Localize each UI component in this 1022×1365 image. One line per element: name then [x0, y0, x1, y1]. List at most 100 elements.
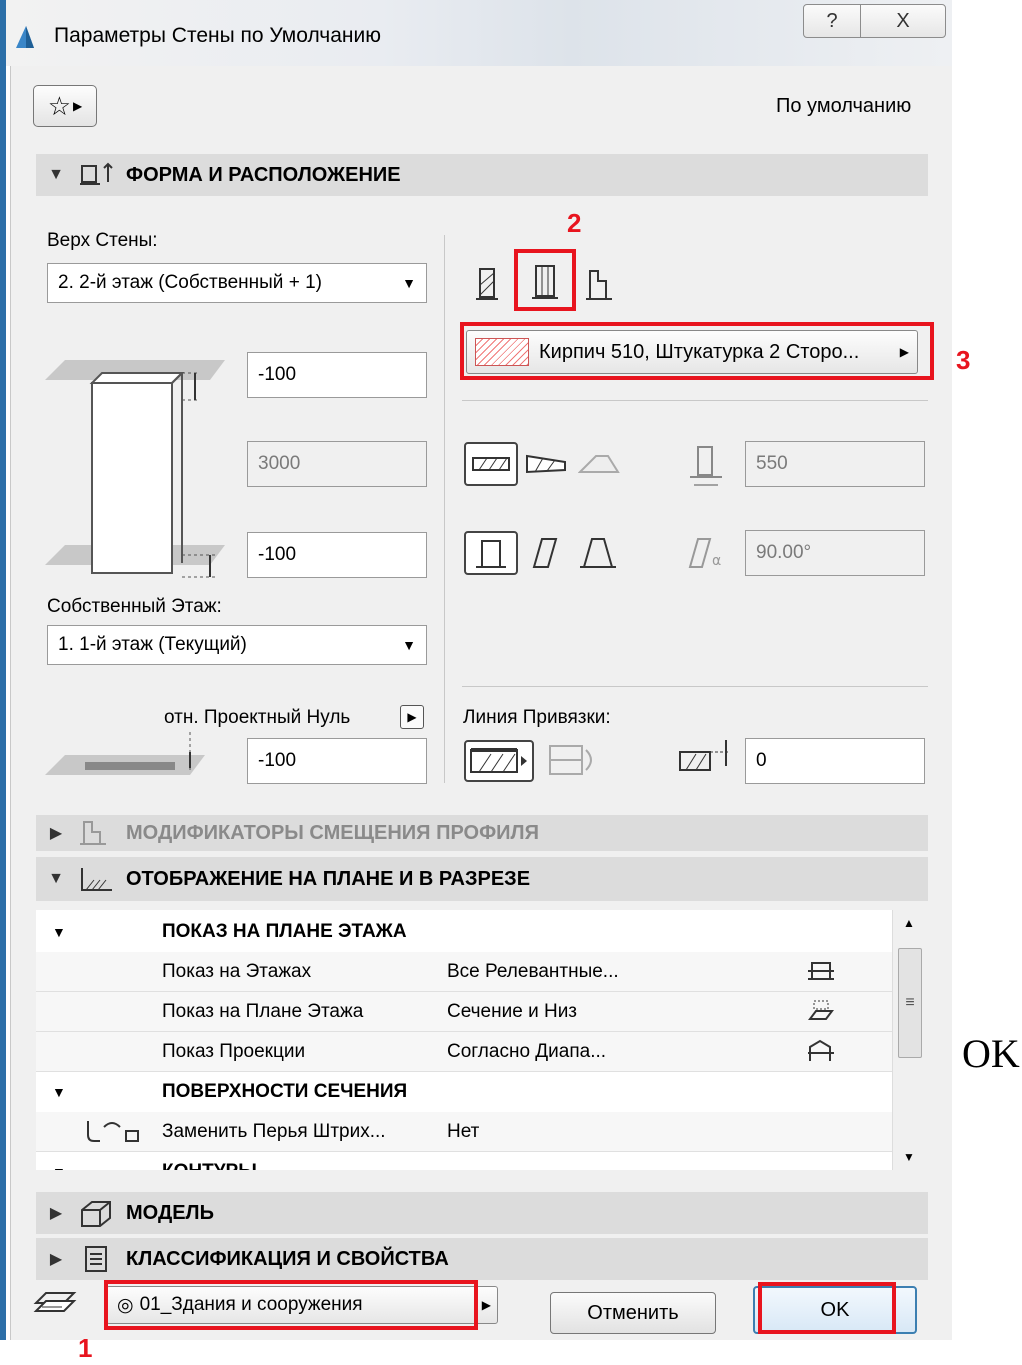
- expand-triangle-icon: ▼: [48, 166, 64, 183]
- section-form-header[interactable]: ▼ ФОРМА И РАСПОЛОЖЕНИЕ: [36, 154, 928, 196]
- wall-angle-input[interactable]: 90.00°: [745, 530, 925, 576]
- section-model-title: МОДЕЛЬ: [126, 1201, 214, 1224]
- chevron-right-icon: ▶: [407, 710, 417, 724]
- expand-triangle-icon: ▼: [52, 924, 66, 940]
- annotation-box-1: [104, 1280, 478, 1330]
- section-model-header[interactable]: ▶ МОДЕЛЬ: [36, 1192, 928, 1234]
- basic-wall-icon: [476, 268, 498, 300]
- window-accent-edge: [0, 0, 6, 1340]
- svg-text:α: α: [712, 553, 721, 569]
- section-classification-title: КЛАССИФИКАЦИЯ И СВОЙСТВА: [126, 1247, 449, 1270]
- table-group-floor-plan[interactable]: ▼ ПОКАЗ НА ПЛАНЕ ЭТАЖА: [36, 912, 892, 952]
- top-of-wall-dropdown[interactable]: 2. 2-й этаж (Собственный + 1) ▼: [47, 263, 427, 303]
- wall-thickness-icon: [690, 446, 722, 486]
- row-value: Все Релевантные...: [447, 960, 619, 982]
- home-story-dropdown[interactable]: 1. 1-й этаж (Текущий) ▼: [47, 625, 427, 665]
- help-button[interactable]: ?: [803, 4, 861, 38]
- flip-reference-icon[interactable]: [546, 740, 598, 782]
- wall-height-diagram: [45, 360, 225, 578]
- table-scrollbar[interactable]: ▲ ≡ ▼: [892, 910, 928, 1170]
- reference-level-button[interactable]: ▶: [400, 705, 424, 729]
- collapse-triangle-icon: ▶: [49, 1205, 63, 1222]
- plan-settings-table: ▼ ПОКАЗ НА ПЛАНЕ ЭТАЖА Показ на Этажах В…: [36, 910, 928, 1170]
- row-name: Показ Проекции: [162, 1040, 306, 1062]
- project-zero-diagram: [45, 732, 205, 775]
- floor-plan-section-icon: [81, 868, 112, 891]
- wall-height-input[interactable]: 3000: [247, 441, 427, 487]
- scroll-up-icon[interactable]: ▲: [903, 916, 915, 930]
- show-on-stories-icon: [808, 961, 834, 980]
- pen-override-icon: [87, 1120, 139, 1142]
- floor-plan-display-icon: [808, 1000, 834, 1020]
- row-name: Заменить Перья Штрих...: [162, 1120, 386, 1142]
- slanted-wall-icon[interactable]: [528, 535, 562, 571]
- top-of-wall-value: 2. 2-й этаж (Собственный + 1): [58, 272, 322, 293]
- collapse-triangle-icon: ▶: [49, 825, 63, 842]
- row-value: Нет: [447, 1120, 480, 1142]
- row-divider: [462, 686, 928, 687]
- trapezoid-wall-icon[interactable]: [525, 452, 569, 476]
- table-row[interactable]: Показ на Плане Этажа Сечение и Низ: [36, 992, 892, 1032]
- section-form-title: ФОРМА И РАСПОЛОЖЕНИЕ: [126, 163, 401, 186]
- polygonal-wall-icon[interactable]: [578, 452, 622, 476]
- expand-triangle-icon: ▼: [52, 1164, 66, 1170]
- wall-thickness-input[interactable]: 550: [745, 441, 925, 487]
- vertical-wall-button[interactable]: [464, 531, 518, 575]
- column-divider: [444, 235, 445, 783]
- archicad-app-icon: [16, 26, 34, 48]
- window-title: Параметры Стены по Умолчанию: [54, 24, 381, 47]
- layers-icon: [33, 1292, 77, 1312]
- section-classification-header[interactable]: ▶ КЛАССИФИКАЦИЯ И СВОЙСТВА: [36, 1238, 928, 1280]
- group-title: ПОВЕРХНОСТИ СЕЧЕНИЯ: [162, 1081, 408, 1102]
- wall-geometry-icon: [80, 162, 113, 185]
- annotation-marker-1: 1: [78, 1333, 93, 1363]
- annotation-text-ok: OK: [962, 1031, 1020, 1076]
- chevron-right-icon: ▶: [73, 99, 83, 113]
- home-story-value: 1. 1-й этаж (Текущий): [58, 634, 247, 655]
- project-zero-label: отн. Проектный Нуль: [164, 707, 351, 728]
- table-row[interactable]: Заменить Перья Штрих... Нет: [36, 1112, 892, 1152]
- annotation-marker-3: 3: [956, 345, 971, 375]
- straight-wall-icon: [472, 457, 510, 471]
- dropdown-arrow-icon: ▼: [402, 275, 416, 291]
- annotation-marker-2: 2: [567, 208, 582, 238]
- profile-modifier-icon: [80, 821, 106, 845]
- cancel-button[interactable]: Отменить: [550, 1292, 716, 1334]
- row-name: Показ на Плане Этажа: [162, 1000, 364, 1022]
- favorites-button[interactable]: ☆ ▶: [33, 85, 97, 127]
- row-divider: [462, 400, 928, 401]
- table-row[interactable]: Показ Проекции Согласно Диапа...: [36, 1032, 892, 1072]
- close-icon: X: [896, 9, 910, 32]
- collapse-triangle-icon: ▶: [49, 1251, 63, 1268]
- double-slanted-wall-icon[interactable]: [580, 535, 618, 571]
- bottom-offset-input[interactable]: -100: [247, 532, 427, 578]
- project-zero-input[interactable]: -100: [247, 738, 427, 784]
- projection-icon: [808, 1039, 834, 1061]
- top-offset-input[interactable]: -100: [247, 352, 427, 398]
- group-title: КОНТУРЫ: [162, 1161, 257, 1170]
- vertical-wall-icon: [476, 540, 506, 568]
- table-group-contours[interactable]: ▼ КОНТУРЫ: [36, 1152, 892, 1170]
- scroll-down-icon[interactable]: ▼: [903, 1150, 915, 1164]
- row-name: Показ на Этажах: [162, 960, 312, 982]
- section-plan-display-title: ОТОБРАЖЕНИЕ НА ПЛАНЕ И В РАЗРЕЗЕ: [126, 867, 531, 890]
- wall-angle-icon: α: [688, 538, 721, 569]
- reference-offset-input[interactable]: 0: [745, 738, 925, 784]
- expand-triangle-icon: ▼: [48, 870, 64, 887]
- scroll-thumb[interactable]: ≡: [898, 948, 922, 1058]
- top-of-wall-label: Верх Стены:: [47, 230, 158, 251]
- annotation-box-ok: [758, 1282, 896, 1334]
- group-title: ПОКАЗ НА ПЛАНЕ ЭТАЖА: [162, 921, 407, 942]
- reference-line-button[interactable]: [464, 740, 534, 782]
- annotation-box-3: [460, 322, 934, 380]
- table-row[interactable]: Показ на Этажах Все Релевантные...: [36, 952, 892, 992]
- close-button[interactable]: X: [860, 4, 946, 38]
- profile-wall-icon: [586, 270, 612, 300]
- section-plan-display-header[interactable]: ▼ ОТОБРАЖЕНИЕ НА ПЛАНЕ И В РАЗРЕЗЕ: [36, 857, 928, 901]
- section-profile-modifiers-header[interactable]: ▶ МОДИФИКАТОРЫ СМЕЩЕНИЯ ПРОФИЛЯ: [36, 815, 928, 851]
- table-group-cut-surfaces[interactable]: ▼ ПОВЕРХНОСТИ СЕЧЕНИЯ: [36, 1072, 892, 1112]
- section-profile-modifiers-title: МОДИФИКАТОРЫ СМЕЩЕНИЯ ПРОФИЛЯ: [126, 821, 539, 844]
- default-settings-label: По умолчанию: [776, 95, 912, 117]
- star-icon: ☆: [47, 90, 72, 121]
- straight-wall-button[interactable]: [464, 442, 518, 486]
